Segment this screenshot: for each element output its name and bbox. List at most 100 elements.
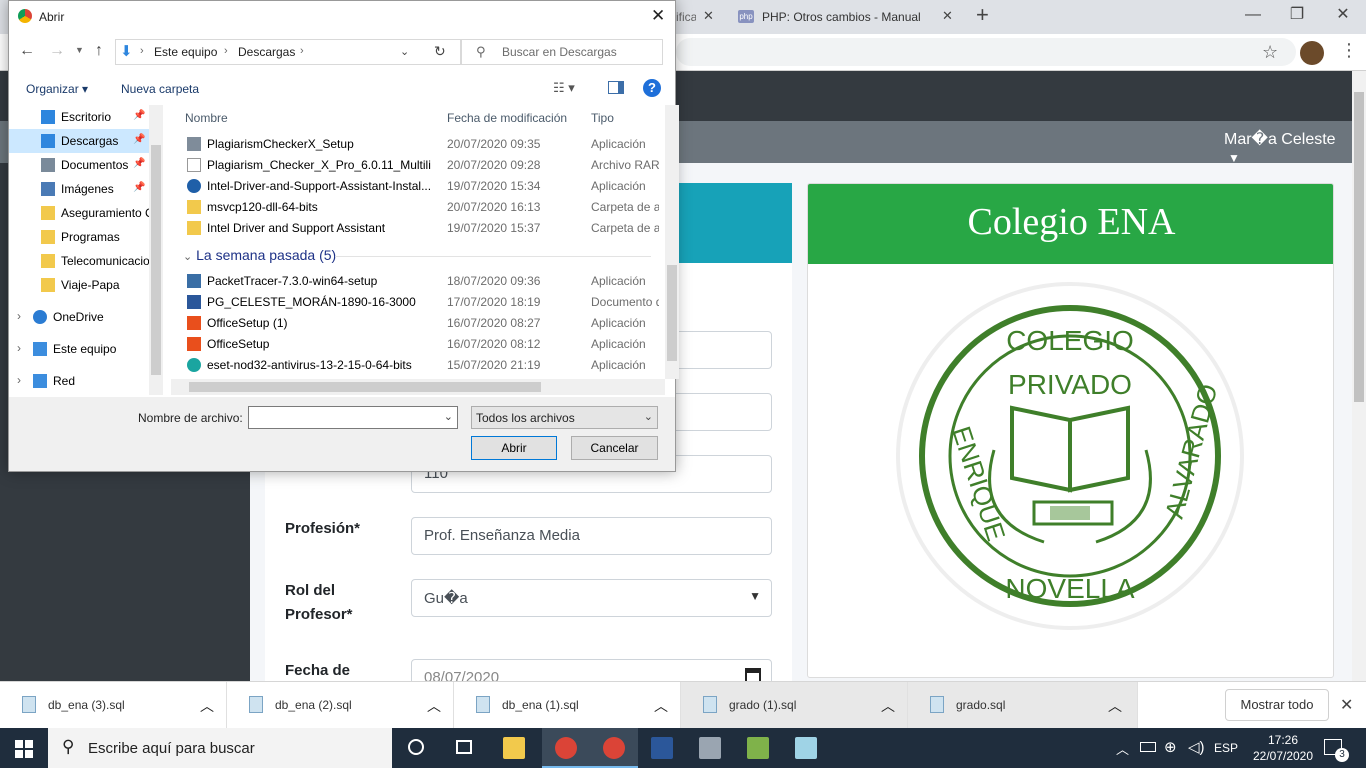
download-item[interactable]: db_ena (1).sql ︿ xyxy=(454,682,681,729)
file-list-hscrollbar-thumb[interactable] xyxy=(189,382,541,392)
chevron-up-icon[interactable]: ︿ xyxy=(1116,739,1129,758)
fecha-input[interactable]: 08/07/2020 xyxy=(411,659,772,681)
chevron-up-icon[interactable]: ︿ xyxy=(427,696,441,716)
chevron-down-icon[interactable]: ⌄ xyxy=(444,410,453,423)
expand-chevron-icon[interactable]: › xyxy=(17,341,21,355)
close-window-button[interactable]: ✕ xyxy=(1320,0,1366,30)
address-bar[interactable] xyxy=(676,38,1296,66)
nav-item-programas[interactable]: Programas xyxy=(9,225,157,249)
calendar-icon[interactable] xyxy=(745,668,761,681)
file-row[interactable]: PlagiarismCheckerX_Setup 20/07/2020 09:35… xyxy=(181,134,657,155)
breadcrumb-descargas[interactable]: Descargas xyxy=(238,45,295,59)
app-icon[interactable] xyxy=(686,728,734,768)
file-row[interactable]: msvcp120-dll-64-bits 20/07/2020 16:13 Carp… xyxy=(181,197,659,218)
file-row[interactable]: OfficeSetup 16/07/2020 08:12 Aplicación xyxy=(181,334,657,355)
chevron-up-icon[interactable]: ︿ xyxy=(654,696,668,716)
column-header-type[interactable]: Tipo xyxy=(591,111,614,125)
cancel-button[interactable]: Cancelar xyxy=(571,436,658,460)
nav-item-telecomunicaciones[interactable]: Telecomunicacio xyxy=(9,249,157,273)
refresh-icon[interactable]: ↻ xyxy=(434,43,446,60)
chevron-up-icon[interactable]: ︿ xyxy=(200,696,214,716)
browser-menu-icon[interactable]: ⋮ xyxy=(1340,40,1358,61)
back-arrow-icon[interactable]: ← xyxy=(19,42,35,60)
file-explorer-icon[interactable] xyxy=(490,728,538,768)
clock[interactable]: 17:26 22/07/2020 xyxy=(1250,732,1316,764)
open-button[interactable]: Abrir xyxy=(471,436,557,460)
app-icon[interactable] xyxy=(782,728,830,768)
download-item[interactable]: grado (1).sql ︿ xyxy=(681,682,908,729)
chrome-profile-icon[interactable] xyxy=(590,728,638,768)
pin-icon: 📌 xyxy=(133,182,146,193)
address-breadcrumb[interactable]: ⬇ › Este equipo › Descargas › ⌄ ↻ xyxy=(115,39,461,65)
partial-tab-title[interactable]: ifica xyxy=(676,10,696,24)
expand-chevron-icon[interactable]: › xyxy=(17,373,21,387)
recent-locations-icon[interactable]: ▼ xyxy=(75,45,84,55)
app-icon[interactable] xyxy=(734,728,782,768)
help-icon[interactable]: ? xyxy=(643,79,661,97)
file-row[interactable]: PacketTracer-7.3.0-win64-setup 18/07/2020… xyxy=(181,271,657,292)
download-item[interactable]: db_ena (2).sql ︿ xyxy=(227,682,454,729)
nav-item-descargas[interactable]: Descargas 📌 xyxy=(9,129,157,153)
file-row[interactable]: eset-nod32-antivirus-13-2-15-0-64-bits 15… xyxy=(181,355,657,376)
up-arrow-icon[interactable]: ↑ xyxy=(95,42,103,60)
file-row[interactable]: OfficeSetup (1) 16/07/2020 08:27 Aplicació… xyxy=(181,313,657,334)
chevron-up-icon[interactable]: ︿ xyxy=(1108,696,1122,716)
profile-avatar[interactable] xyxy=(1300,41,1324,65)
close-downloads-icon[interactable]: ✕ xyxy=(1340,695,1353,715)
forward-arrow-icon[interactable]: → xyxy=(49,42,65,60)
file-list-scrollbar-thumb[interactable] xyxy=(667,265,677,361)
bookmark-star-icon[interactable]: ☆ xyxy=(1262,42,1278,63)
dialog-search-box[interactable]: ⚲ Buscar en Descargas xyxy=(461,39,663,65)
new-tab-button[interactable]: + xyxy=(976,2,989,28)
battery-icon[interactable] xyxy=(1140,742,1156,752)
file-row[interactable]: PG_CELESTE_MORÁN-1890-16-3000 17/07/2020 … xyxy=(181,292,659,313)
page-scrollbar-thumb[interactable] xyxy=(1354,92,1364,402)
chevron-down-icon[interactable]: ⌄ xyxy=(400,45,409,58)
taskbar-search[interactable]: ⚲ Escribe aquí para buscar xyxy=(48,728,392,768)
file-row[interactable]: Plagiarism_Checker_X_Pro_6.0.11_Multili.… xyxy=(181,155,659,176)
breadcrumb-este-equipo[interactable]: Este equipo xyxy=(154,45,217,59)
download-item[interactable]: db_ena (3).sql ︿ xyxy=(0,682,227,729)
nav-item-imagenes[interactable]: Imágenes 📌 xyxy=(9,177,157,201)
tab-close-icon[interactable]: ✕ xyxy=(942,8,953,24)
column-header-name[interactable]: Nombre xyxy=(185,111,228,125)
word-icon[interactable] xyxy=(638,728,686,768)
maximize-button[interactable]: ❐ xyxy=(1274,0,1320,30)
chevron-up-icon[interactable]: ︿ xyxy=(881,696,895,716)
column-header-date[interactable]: Fecha de modificación xyxy=(447,111,567,125)
expand-chevron-icon[interactable]: › xyxy=(17,309,21,323)
tab-php-manual[interactable]: php PHP: Otros cambios - Manual ✕ xyxy=(730,0,970,34)
nav-item-este-equipo[interactable]: › Este equipo xyxy=(9,337,157,361)
profesion-input[interactable]: Prof. Enseñanza Media xyxy=(411,517,772,555)
new-folder-button[interactable]: Nueva carpeta xyxy=(121,82,199,96)
nav-item-viaje-papa[interactable]: Viaje-Papa xyxy=(9,273,157,297)
network-globe-icon[interactable]: ⊕ xyxy=(1164,738,1177,756)
nav-item-escritorio[interactable]: Escritorio 📌 xyxy=(9,105,157,129)
user-menu[interactable]: Mar�a Celeste ▼ xyxy=(1224,129,1352,167)
nav-item-red[interactable]: › Red xyxy=(9,369,157,393)
group-header-last-week[interactable]: ⌄ La semana pasada (5) xyxy=(183,247,336,263)
preview-pane-icon[interactable] xyxy=(608,81,624,94)
cortana-icon[interactable] xyxy=(392,728,440,768)
organize-button[interactable]: Organizar ▾ xyxy=(26,82,88,96)
nav-item-aseguramiento[interactable]: Aseguramiento C xyxy=(9,201,157,225)
minimize-button[interactable]: — xyxy=(1230,0,1276,30)
chrome-icon[interactable] xyxy=(542,728,590,768)
nav-pane-scrollbar-thumb[interactable] xyxy=(151,145,161,375)
nav-item-onedrive[interactable]: › OneDrive xyxy=(9,305,157,329)
nav-item-documentos[interactable]: Documentos 📌 xyxy=(9,153,157,177)
download-item[interactable]: grado.sql ︿ xyxy=(908,682,1138,729)
rol-select[interactable]: Gu�a ▼ xyxy=(411,579,772,617)
file-row[interactable]: Intel-Driver-and-Support-Assistant-Insta… xyxy=(181,176,657,197)
view-options-icon[interactable]: ☷ ▾ xyxy=(553,80,575,96)
tab-close-icon[interactable]: ✕ xyxy=(703,8,714,24)
task-view-icon[interactable] xyxy=(440,728,488,768)
volume-icon[interactable]: ◁) xyxy=(1188,738,1205,756)
language-indicator[interactable]: ESP xyxy=(1214,741,1238,755)
show-all-downloads-button[interactable]: Mostrar todo xyxy=(1225,689,1329,721)
dialog-close-icon[interactable]: ✕ xyxy=(651,6,665,26)
filename-input[interactable]: ⌄ xyxy=(248,406,458,429)
file-type-filter[interactable]: Todos los archivos ⌄ xyxy=(471,406,658,429)
file-row[interactable]: Intel Driver and Support Assistant 19/07/… xyxy=(181,218,659,239)
windows-start-icon[interactable] xyxy=(15,740,33,758)
